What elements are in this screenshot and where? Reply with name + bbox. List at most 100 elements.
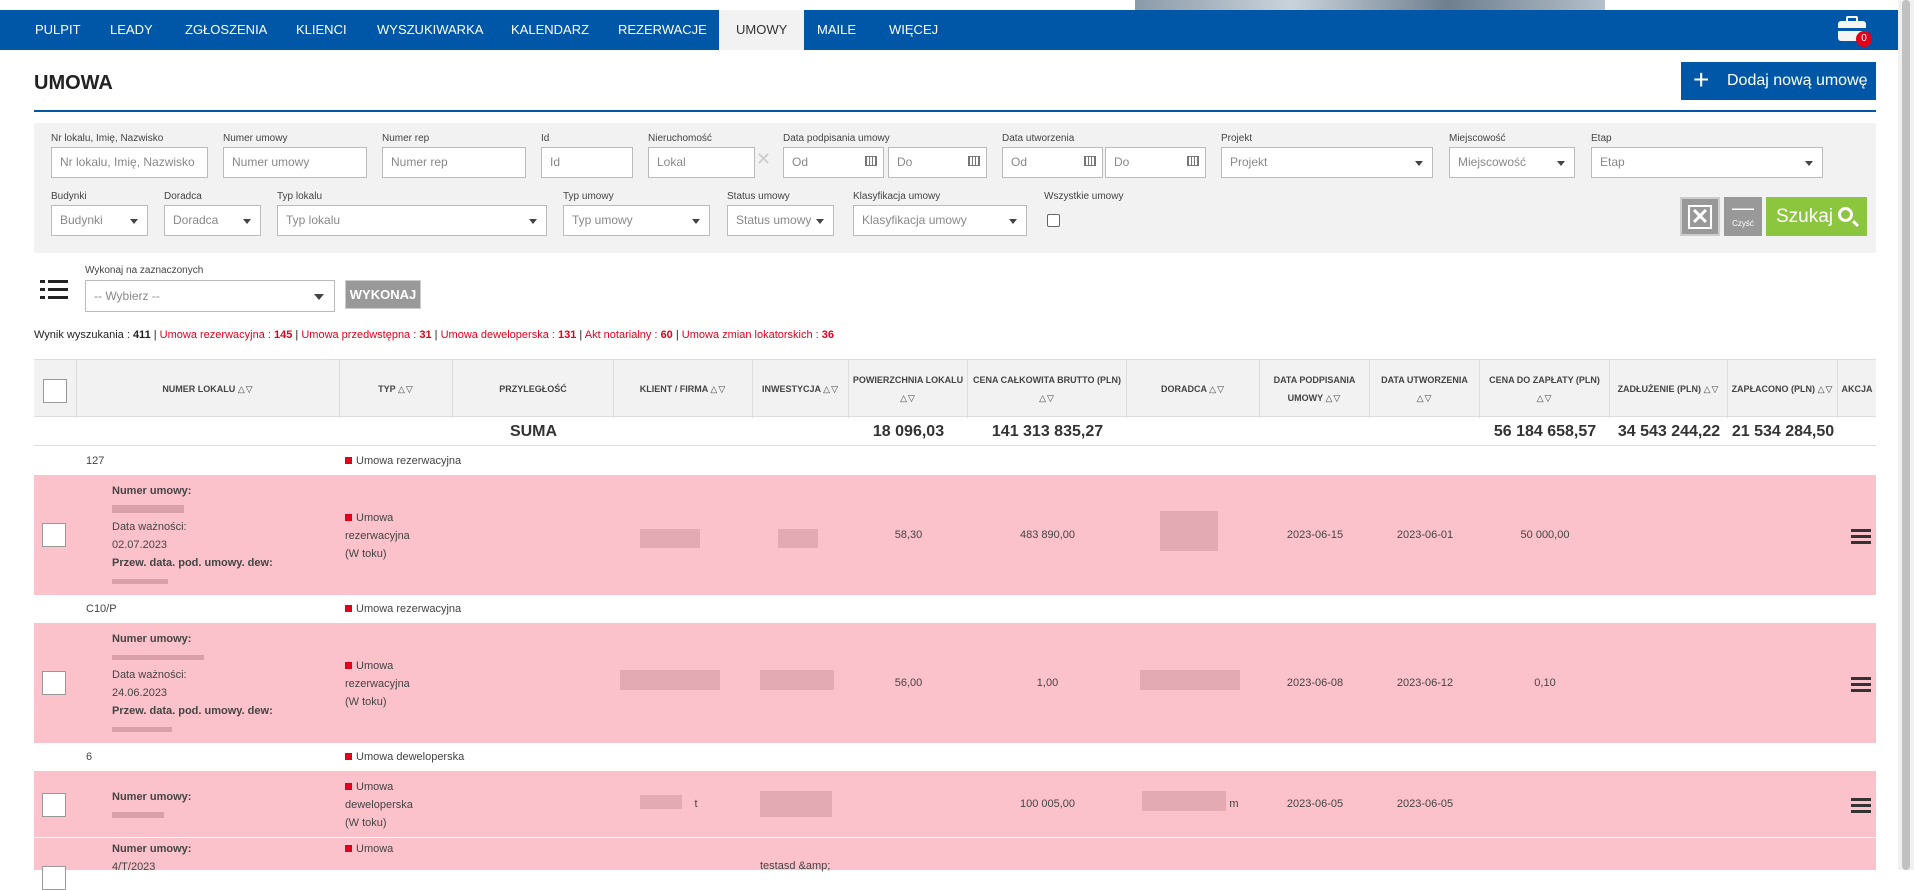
miejscowosc-select[interactable]: Miejscowość: [1449, 147, 1575, 178]
row-menu-icon[interactable]: [1851, 798, 1871, 814]
price-cell: 483 890,00: [1019, 529, 1076, 541]
sort-icon[interactable]: △▽: [398, 380, 414, 398]
chevron-down-icon: [1557, 161, 1565, 166]
reset-button[interactable]: ✕: [1680, 197, 1720, 236]
column-header[interactable]: INWESTYCJA △▽: [753, 360, 849, 418]
filter-label: Klasyfikacja umowy: [853, 191, 941, 202]
status-umowy-select[interactable]: Status umowy: [727, 205, 834, 236]
nav-item-leady[interactable]: LEADY: [93, 10, 170, 50]
contract-type-cell: Umowa deweloperska (W toku): [345, 781, 413, 829]
column-header[interactable]: ZADŁUŻENIE (PLN) △▽: [1610, 360, 1728, 418]
sort-icon[interactable]: △▽: [1704, 380, 1720, 398]
etap-select[interactable]: Etap: [1591, 147, 1823, 178]
add-contract-label: Dodaj nową umowę: [1727, 72, 1868, 89]
column-header[interactable]: NUMER LOKALU △▽: [77, 360, 340, 418]
table-row[interactable]: Numer umowy: 4/T/2023 Umowa testasd &amp…: [34, 838, 1876, 890]
sort-icon[interactable]: △▽: [238, 380, 254, 398]
bulk-action-select[interactable]: -- Wybierz --: [85, 280, 335, 312]
column-header[interactable]: ZAPŁACONO (PLN) △▽: [1728, 360, 1838, 418]
doradca-select[interactable]: Doradca: [164, 205, 261, 236]
row-menu-icon[interactable]: [1851, 677, 1871, 693]
result-count[interactable]: Umowa zmian lokatorskich : 36: [682, 329, 834, 341]
select-all-checkbox[interactable]: [43, 379, 67, 403]
column-header[interactable]: DATA UTWORZENIA △▽: [1370, 360, 1480, 418]
calendar-icon[interactable]: [1084, 156, 1096, 166]
typ-umowy-select[interactable]: Typ umowy: [563, 205, 710, 236]
result-count[interactable]: Umowa deweloperska : 131: [441, 329, 577, 341]
lokal-number[interactable]: 6: [86, 743, 92, 771]
list-icon[interactable]: [40, 280, 68, 302]
nav-item-wyszukiwarka[interactable]: WYSZUKIWARKA: [360, 10, 500, 50]
table-row[interactable]: Numer umowy: Data ważności: 02.07.2023 P…: [34, 475, 1876, 595]
row-checkbox[interactable]: [42, 523, 66, 547]
sort-icon[interactable]: △▽: [1537, 389, 1553, 407]
scrollbar[interactable]: [1898, 0, 1914, 870]
row-checkbox[interactable]: [42, 671, 66, 695]
nav-item-wiecej[interactable]: WIĘCEJ: [872, 10, 955, 50]
wszystkie-checkbox[interactable]: [1047, 214, 1060, 227]
column-header[interactable]: CENA DO ZAPŁATY (PLN) △▽: [1480, 360, 1610, 418]
nav-item-klienci[interactable]: KLIENCI: [279, 10, 364, 50]
table-row[interactable]: Numer umowy: Umowa deweloperska (W toku)…: [34, 771, 1876, 837]
nav-item-umowy[interactable]: UMOWY: [719, 10, 805, 50]
calendar-icon[interactable]: [968, 156, 980, 166]
redacted-investment: [760, 670, 834, 690]
clear-button[interactable]: — Czyść: [1724, 197, 1762, 236]
nav-item-pulpit[interactable]: PULPIT: [18, 10, 98, 50]
sort-icon[interactable]: △▽: [1209, 380, 1225, 398]
sort-icon[interactable]: △▽: [1039, 389, 1055, 407]
numer-rep-input[interactable]: Numer rep: [382, 147, 526, 178]
typ-lokalu-select[interactable]: Typ lokalu: [277, 205, 547, 236]
nr-lokalu-input[interactable]: Nr lokalu, Imię, Nazwisko: [51, 147, 208, 178]
numer-umowy-input[interactable]: Numer umowy: [223, 147, 367, 178]
data-utworzenia-to[interactable]: Do: [1105, 147, 1206, 178]
projekt-select[interactable]: Projekt: [1221, 147, 1433, 178]
nav-item-rezerwacje[interactable]: REZERWACJE: [601, 10, 724, 50]
data-utworzenia-from[interactable]: Od: [1002, 147, 1103, 178]
id-input[interactable]: Id: [541, 147, 633, 178]
sort-icon[interactable]: △▽: [1417, 389, 1433, 407]
budynki-select[interactable]: Budynki: [51, 205, 148, 236]
banner-image: [1135, 0, 1605, 10]
column-header[interactable]: DATA PODPISANIA UMOWY △▽: [1260, 360, 1370, 418]
chevron-down-icon: [816, 219, 824, 224]
lokal-number[interactable]: 127: [86, 447, 104, 475]
data-podpisania-to[interactable]: Do: [888, 147, 987, 178]
area-cell: 58,30: [894, 529, 923, 541]
filter-label: Numer umowy: [223, 133, 288, 144]
sort-icon[interactable]: △▽: [1818, 380, 1834, 398]
result-count[interactable]: Akt notarialny : 60: [585, 329, 673, 341]
result-count[interactable]: Umowa rezerwacyjna : 145: [160, 329, 293, 341]
search-button[interactable]: Szukaj: [1766, 197, 1867, 236]
column-header[interactable]: POWIERZCHNIA LOKALU △▽: [849, 360, 968, 418]
execute-button[interactable]: WYKONAJ: [345, 280, 421, 309]
lokal-number[interactable]: C10/P: [86, 595, 117, 623]
column-header[interactable]: DORADCA △▽: [1127, 360, 1260, 418]
redacted-text: [112, 812, 164, 819]
column-header[interactable]: CENA CAŁKOWITA BRUTTO (PLN) △▽: [968, 360, 1127, 418]
sort-icon[interactable]: △▽: [1326, 389, 1342, 407]
nav-item-zgloszenia[interactable]: ZGŁOSZENIA: [168, 10, 284, 50]
sort-icon[interactable]: △▽: [710, 380, 726, 398]
sort-icon[interactable]: △▽: [900, 389, 916, 407]
sort-icon[interactable]: △▽: [823, 380, 839, 398]
column-header[interactable]: TYP △▽: [340, 360, 453, 418]
nav-item-kalendarz[interactable]: KALENDARZ: [494, 10, 606, 50]
row-menu-icon[interactable]: [1851, 529, 1871, 545]
column-header[interactable]: KLIENT / FIRMA △▽: [614, 360, 753, 418]
klasyfikacja-select[interactable]: Klasyfikacja umowy: [853, 205, 1027, 236]
row-checkbox[interactable]: [42, 793, 66, 817]
nav-item-maile[interactable]: MAILE: [800, 10, 873, 50]
briefcase-icon[interactable]: 0: [1838, 15, 1872, 47]
nieruchomosc-input[interactable]: Lokal: [648, 147, 755, 178]
clear-icon[interactable]: ✕: [756, 149, 771, 170]
chevron-down-icon: [243, 219, 251, 224]
calendar-icon[interactable]: [1187, 156, 1199, 166]
data-podpisania-from[interactable]: Od: [783, 147, 884, 178]
calendar-icon[interactable]: [865, 156, 877, 166]
table-row[interactable]: Numer umowy: Data ważności: 24.06.2023 P…: [34, 623, 1876, 743]
result-count[interactable]: Umowa przedwstępna : 31: [301, 329, 431, 341]
contract-info: Numer umowy: Data ważności: 02.07.2023 P…: [112, 482, 273, 590]
group-row: C10/P Umowa rezerwacyjna: [34, 595, 1876, 623]
add-contract-button[interactable]: + Dodaj nową umowę: [1681, 62, 1876, 100]
